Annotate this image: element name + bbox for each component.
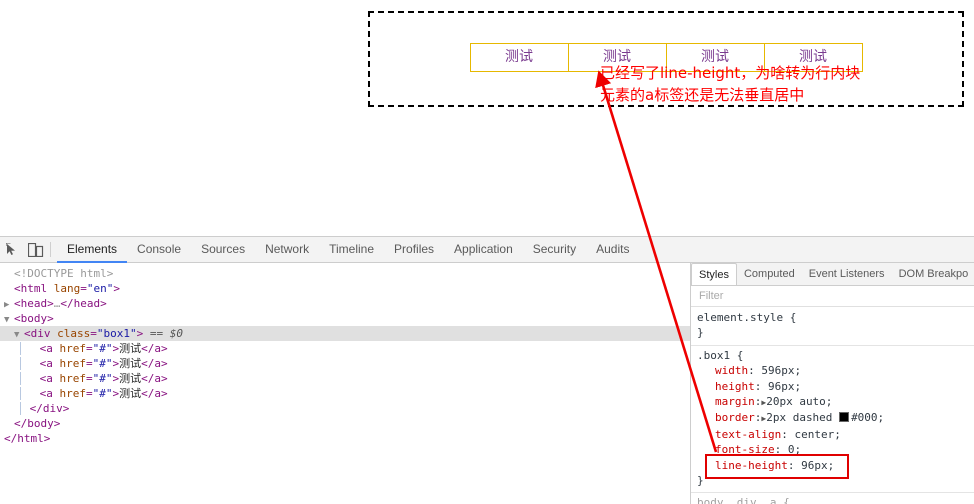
color-swatch-black[interactable] xyxy=(839,412,850,423)
css-prop: width xyxy=(715,364,749,378)
css-value[interactable]: 0; xyxy=(788,443,801,456)
test-link-1[interactable]: 测试 xyxy=(469,43,569,72)
css-value[interactable]: 20px auto; xyxy=(766,395,832,408)
css-selector-element-style: element.style { xyxy=(697,311,797,324)
red-annotation-note: 已经写了line-height，为啥转为行内块 元素的a标签还是无法垂直居中 xyxy=(600,62,970,106)
dom-row-anchor-2[interactable]: <a href="#">测试</a> xyxy=(0,356,690,371)
tab-network[interactable]: Network xyxy=(255,237,319,263)
dom-row-anchor-3[interactable]: <a href="#">测试</a> xyxy=(0,371,690,386)
css-decl-margin[interactable]: margin:▶20px auto; xyxy=(697,394,974,410)
dom-tree-panel[interactable]: <!DOCTYPE html> <html lang="en"> ▶ <head>… xyxy=(0,263,691,504)
devtools-body: <!DOCTYPE html> <html lang="en"> ▶ <head>… xyxy=(0,263,974,504)
devtools-tab-list: Elements Console Sources Network Timelin… xyxy=(57,237,639,263)
rendered-page-area: 测试 测试 测试 测试 已经写了line-height，为啥转为行内块 元素的a标签还… xyxy=(0,0,974,236)
toolbar-divider xyxy=(50,242,51,257)
dom-row-anchor-4[interactable]: <a href="#">测试</a> xyxy=(0,386,690,401)
dom-row-div-box1-selected[interactable]: ▼ <div class="box1"> == $0 xyxy=(0,326,690,341)
css-value[interactable]: 96px; xyxy=(801,459,834,472)
css-prop: height xyxy=(715,379,755,393)
dom-anchor-text: 测试 xyxy=(119,357,142,370)
css-prop: border xyxy=(715,411,755,425)
tab-profiles[interactable]: Profiles xyxy=(384,237,444,263)
tab-elements[interactable]: Elements xyxy=(57,237,128,263)
css-value[interactable]: 596px; xyxy=(761,364,801,377)
dom-anchor-text: 测试 xyxy=(119,372,142,385)
css-decl-border[interactable]: border:▶2px dashed #000; xyxy=(697,410,974,426)
dom-row-html-open[interactable]: <html lang="en"> xyxy=(0,281,690,296)
css-decl-font-size[interactable]: font-size: 0; xyxy=(697,442,974,457)
css-value[interactable]: 96px; xyxy=(768,380,801,393)
tab-timeline[interactable]: Timeline xyxy=(319,237,384,263)
sidebar-tab-list: Styles Computed Event Listeners DOM Brea… xyxy=(691,263,974,286)
dom-row-text: <!DOCTYPE html> xyxy=(14,267,114,280)
sidebar-tab-dom-breakpoints[interactable]: DOM Breakpo xyxy=(892,263,974,285)
dom-row-body-open[interactable]: ▼ <body> xyxy=(0,311,690,326)
dom-row-div-close[interactable]: </div> xyxy=(0,401,690,416)
css-decl-height[interactable]: height: 96px; xyxy=(697,379,974,394)
rule-separator xyxy=(691,492,974,494)
inspect-cursor-icon[interactable] xyxy=(0,237,24,262)
css-prop: text-align xyxy=(715,427,782,441)
styles-filter-input[interactable]: Filter xyxy=(691,286,974,307)
devtools-toolbar: Elements Console Sources Network Timelin… xyxy=(0,237,974,263)
css-closer: } xyxy=(697,326,704,340)
sidebar-tab-computed[interactable]: Computed xyxy=(737,263,802,285)
tab-application[interactable]: Application xyxy=(444,237,523,263)
css-decl-text-align[interactable]: text-align: center; xyxy=(697,427,974,442)
sidebar-tab-styles[interactable]: Styles xyxy=(691,263,737,285)
dom-anchor-text: 测试 xyxy=(119,387,142,400)
css-closer: } xyxy=(697,474,704,488)
css-rules-list: element.style { } .box1 { width: 596px; … xyxy=(691,307,974,504)
dom-anchor-text: 测试 xyxy=(119,342,142,355)
dom-row-body-close[interactable]: </body> xyxy=(0,416,690,431)
annotation-line-1: 已经写了line-height，为啥转为行内块 xyxy=(600,64,861,82)
css-selector-box1: .box1 { xyxy=(697,348,744,362)
device-toolbar-icon[interactable] xyxy=(24,237,48,262)
dom-row-anchor-1[interactable]: <a href="#">测试</a> xyxy=(0,341,690,356)
annotation-line-2: 元素的a标签还是无法垂直居中 xyxy=(600,86,805,104)
css-rule-element-style[interactable]: element.style { } xyxy=(697,310,974,343)
css-decl-width[interactable]: width: 596px; xyxy=(697,363,974,378)
tab-console[interactable]: Console xyxy=(127,237,191,263)
dom-row-html-close[interactable]: </html> xyxy=(0,431,690,446)
css-decl-line-height[interactable]: line-height: 96px; xyxy=(697,458,974,473)
devtools-panel: Elements Console Sources Network Timelin… xyxy=(0,236,974,504)
sidebar-tab-event-listeners[interactable]: Event Listeners xyxy=(802,263,892,285)
tab-audits[interactable]: Audits xyxy=(586,237,639,263)
dom-row-doctype[interactable]: <!DOCTYPE html> xyxy=(0,266,690,281)
tab-security[interactable]: Security xyxy=(523,237,586,263)
css-value[interactable]: center; xyxy=(794,428,840,441)
css-rule-box1[interactable]: .box1 { width: 596px; height: 96px; marg… xyxy=(697,348,974,491)
css-prop: font-size xyxy=(715,443,775,457)
rule-separator xyxy=(691,344,974,346)
css-prop: margin xyxy=(715,395,755,409)
dom-row-head[interactable]: ▶ <head>…</head> xyxy=(0,296,690,311)
styles-sidebar-panel: Styles Computed Event Listeners DOM Brea… xyxy=(691,263,974,504)
css-prop: line-height xyxy=(715,458,788,472)
dom-tree: <!DOCTYPE html> <html lang="en"> ▶ <head>… xyxy=(0,263,690,446)
tab-sources[interactable]: Sources xyxy=(191,237,255,263)
